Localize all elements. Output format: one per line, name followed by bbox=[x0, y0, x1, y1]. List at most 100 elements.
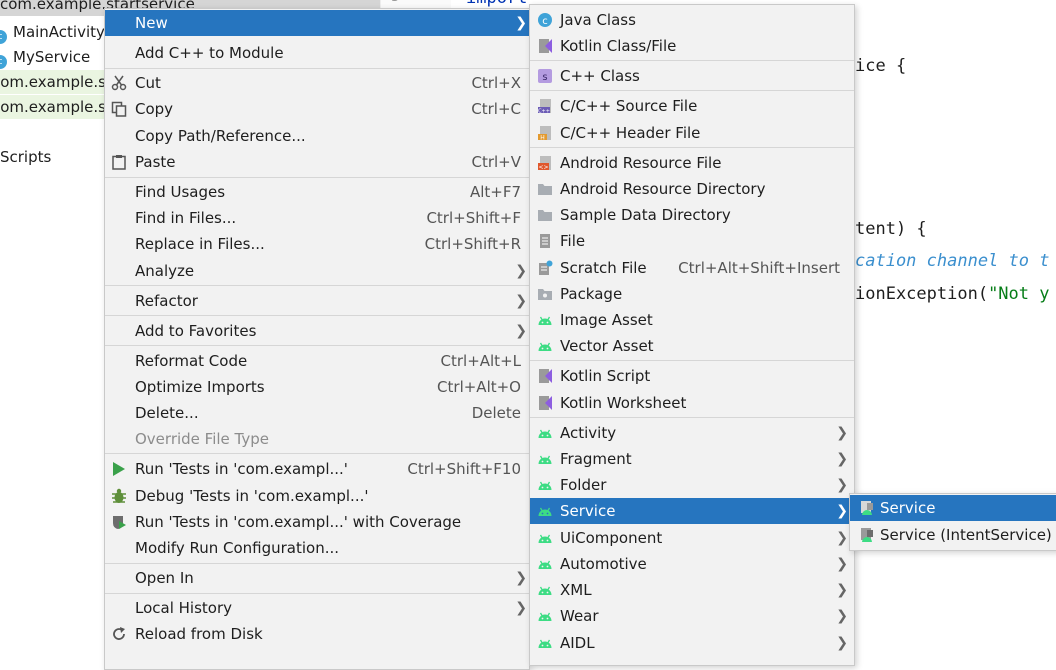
new-item-kotlin-worksheet[interactable]: Kotlin Worksheet bbox=[530, 390, 854, 416]
menu-item-cut[interactable]: Cut Ctrl+X bbox=[105, 70, 529, 96]
new-item-activity[interactable]: Activity ❯ bbox=[530, 420, 854, 446]
service-item-service[interactable]: Service bbox=[850, 495, 1056, 521]
menu-item-run-tests[interactable]: Run 'Tests in 'com.exampl...' Ctrl+Shift… bbox=[105, 456, 529, 482]
menu-separator bbox=[105, 285, 529, 286]
chevron-right-icon: ❯ bbox=[836, 635, 848, 651]
chevron-right-icon: ❯ bbox=[836, 582, 848, 598]
tree-scripts[interactable]: Scripts bbox=[0, 145, 51, 169]
svg-text:H: H bbox=[540, 135, 545, 142]
menu-separator bbox=[105, 345, 529, 346]
folder-icon bbox=[538, 210, 552, 221]
chevron-right-icon: ❯ bbox=[836, 530, 848, 546]
menu-item-copy[interactable]: Copy Ctrl+C bbox=[105, 96, 529, 122]
service-icon bbox=[861, 528, 873, 542]
reload-icon bbox=[113, 627, 125, 640]
cpp-header-icon: H bbox=[538, 126, 551, 142]
new-item-automotive[interactable]: Automotive ❯ bbox=[530, 551, 854, 577]
tree-item-myservice[interactable]: c MyService bbox=[0, 45, 90, 69]
service-item-intentservice[interactable]: Service (IntentService) bbox=[850, 522, 1056, 548]
new-item-fragment[interactable]: Fragment ❯ bbox=[530, 446, 854, 472]
menu-item-copy-path[interactable]: Copy Path/Reference... bbox=[105, 123, 529, 149]
menu-separator bbox=[105, 68, 529, 69]
new-item-kotlin-class[interactable]: Kotlin Class/File bbox=[530, 33, 854, 59]
menu-item-run-with-coverage[interactable]: Run 'Tests in 'com.exampl...' with Cover… bbox=[105, 509, 529, 535]
new-item-cpp-header[interactable]: H C/C++ Header File bbox=[530, 120, 854, 146]
menu-item-shortcut: Ctrl+Shift+F bbox=[426, 209, 521, 227]
copy-icon bbox=[111, 101, 127, 117]
menu-item-label: Java Class bbox=[560, 11, 636, 29]
android-icon bbox=[538, 429, 552, 438]
menu-item-label: Automotive bbox=[560, 555, 647, 573]
svg-text:c: c bbox=[542, 16, 548, 27]
context-menu: New ❯ Add C++ to Module Cut Ctrl+X Copy … bbox=[104, 8, 530, 670]
new-item-folder[interactable]: Folder ❯ bbox=[530, 472, 854, 498]
android-icon bbox=[538, 481, 552, 490]
menu-item-paste[interactable]: Paste Ctrl+V bbox=[105, 149, 529, 175]
code-line-1: ice { bbox=[855, 56, 907, 76]
menu-item-local-history[interactable]: Local History ❯ bbox=[105, 595, 529, 621]
new-item-vector-asset[interactable]: Vector Asset bbox=[530, 333, 854, 359]
svg-text:C++: C++ bbox=[538, 109, 550, 115]
menu-item-replace-in-files[interactable]: Replace in Files... Ctrl+Shift+R bbox=[105, 231, 529, 257]
tree-item-mainactivity[interactable]: c MainActivity bbox=[0, 20, 105, 44]
resource-file-icon: <> bbox=[538, 156, 551, 171]
menu-item-label: Sample Data Directory bbox=[560, 206, 731, 224]
menu-item-label: C/C++ Header File bbox=[560, 124, 701, 142]
menu-item-label: Android Resource File bbox=[560, 154, 722, 172]
menu-separator bbox=[105, 315, 529, 316]
tree-test-package-2[interactable]: com.example.st bbox=[0, 95, 112, 119]
menu-separator bbox=[105, 563, 529, 564]
tree-test-package-1[interactable]: com.example.st bbox=[0, 70, 112, 94]
new-item-java-class[interactable]: c Java Class bbox=[530, 7, 854, 33]
new-item-cpp-source[interactable]: C++ C/C++ Source File bbox=[530, 93, 854, 119]
new-item-kotlin-script[interactable]: Kotlin Script bbox=[530, 363, 854, 389]
menu-item-optimize-imports[interactable]: Optimize Imports Ctrl+Alt+O bbox=[105, 374, 529, 400]
new-item-uicomponent[interactable]: UiComponent ❯ bbox=[530, 525, 854, 551]
menu-item-reload-from-disk[interactable]: Reload from Disk bbox=[105, 621, 529, 647]
menu-item-label: File bbox=[560, 232, 586, 250]
menu-item-label: Service bbox=[560, 502, 616, 520]
java-class-icon: c bbox=[538, 13, 552, 27]
class-icon: c bbox=[0, 30, 7, 44]
menu-item-reformat-code[interactable]: Reformat Code Ctrl+Alt+L bbox=[105, 348, 529, 374]
menu-item-label: Optimize Imports bbox=[135, 378, 265, 396]
new-item-xml[interactable]: XML ❯ bbox=[530, 577, 854, 603]
new-item-scratch-file[interactable]: Scratch File Ctrl+Alt+Shift+Insert bbox=[530, 255, 854, 281]
menu-item-shortcut: Delete bbox=[471, 404, 521, 422]
new-item-cpp-class[interactable]: s C++ Class bbox=[530, 63, 854, 89]
menu-item-analyze[interactable]: Analyze ❯ bbox=[105, 258, 529, 284]
tree-item-label: com.example.st bbox=[0, 73, 112, 91]
menu-item-label: Scratch File bbox=[560, 259, 647, 277]
new-item-file[interactable]: File bbox=[530, 228, 854, 254]
tree-item-label: MainActivity bbox=[13, 23, 105, 41]
menu-separator bbox=[530, 147, 854, 148]
new-item-package[interactable]: Package bbox=[530, 281, 854, 307]
chevron-right-icon: ❯ bbox=[836, 425, 848, 441]
menu-item-label: Paste bbox=[135, 153, 176, 171]
folder-icon bbox=[538, 184, 552, 195]
menu-item-new[interactable]: New ❯ bbox=[105, 10, 529, 36]
menu-item-delete[interactable]: Delete... Delete bbox=[105, 400, 529, 426]
menu-item-add-to-favorites[interactable]: Add to Favorites ❯ bbox=[105, 318, 529, 344]
menu-item-add-cpp[interactable]: Add C++ to Module bbox=[105, 40, 529, 66]
new-item-image-asset[interactable]: Image Asset bbox=[530, 307, 854, 333]
menu-item-debug-tests[interactable]: Debug 'Tests in 'com.exampl...' bbox=[105, 483, 529, 509]
menu-item-label: Kotlin Class/File bbox=[560, 37, 677, 55]
new-item-android-resource-dir[interactable]: Android Resource Directory bbox=[530, 176, 854, 202]
menu-separator bbox=[530, 360, 854, 361]
new-item-sample-data-dir[interactable]: Sample Data Directory bbox=[530, 202, 854, 228]
menu-item-find-usages[interactable]: Find Usages Alt+F7 bbox=[105, 179, 529, 205]
new-item-service[interactable]: Service ❯ bbox=[530, 498, 854, 524]
menu-item-open-in[interactable]: Open In ❯ bbox=[105, 565, 529, 591]
menu-item-label: Run 'Tests in 'com.exampl...' with Cover… bbox=[135, 513, 462, 531]
menu-item-label: Debug 'Tests in 'com.exampl...' bbox=[135, 487, 369, 505]
new-item-android-resource-file[interactable]: <> Android Resource File bbox=[530, 150, 854, 176]
menu-item-find-in-files[interactable]: Find in Files... Ctrl+Shift+F bbox=[105, 205, 529, 231]
new-item-aidl[interactable]: AIDL ❯ bbox=[530, 630, 854, 656]
menu-item-label: Modify Run Configuration... bbox=[135, 539, 340, 557]
menu-item-modify-run-config[interactable]: Modify Run Configuration... bbox=[105, 535, 529, 561]
menu-item-refactor[interactable]: Refactor ❯ bbox=[105, 288, 529, 314]
new-item-wear[interactable]: Wear ❯ bbox=[530, 603, 854, 629]
menu-item-label: New bbox=[135, 14, 168, 32]
menu-item-label: Cut bbox=[135, 74, 161, 92]
